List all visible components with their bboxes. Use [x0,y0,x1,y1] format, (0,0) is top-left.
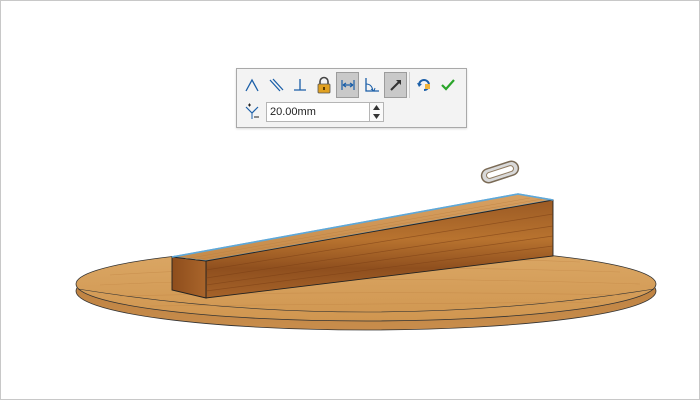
perpendicular-mate-icon[interactable] [288,72,311,98]
angle-mate-icon[interactable] [240,72,263,98]
mate-popup-toolbar [236,68,467,128]
angle-distance-icon[interactable] [360,72,383,98]
accept-checkmark-icon[interactable] [436,72,459,98]
pin-icon[interactable] [384,72,407,98]
distance-value-field[interactable] [266,102,370,122]
distance-row [240,100,384,124]
model-viewport[interactable] [0,0,700,400]
distance-spinner[interactable] [370,102,384,122]
spin-down-icon[interactable] [370,112,383,121]
distance-mate-icon[interactable] [336,72,359,98]
distance-dimension-icon [240,101,266,123]
flip-alignment-icon[interactable] [412,72,435,98]
toolbar-separator [409,72,410,98]
mate-type-row [240,72,459,100]
spin-up-icon[interactable] [370,103,383,112]
mate-selection-icon[interactable] [480,159,520,184]
lock-mate-icon[interactable] [312,72,335,98]
parallel-mate-icon[interactable] [264,72,287,98]
